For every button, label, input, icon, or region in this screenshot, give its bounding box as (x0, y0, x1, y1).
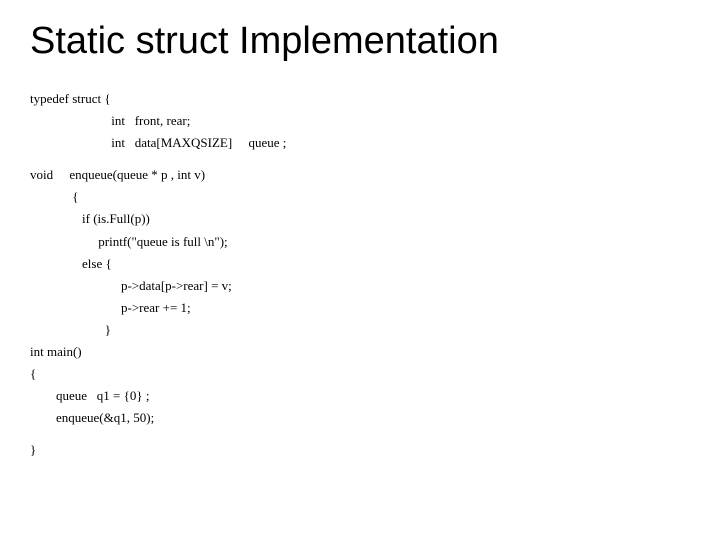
code-line: int main() (30, 341, 690, 363)
code-line: } (30, 319, 690, 341)
code-line: printf("queue is full \n"); (30, 231, 690, 253)
slide: Static struct Implementation typedef str… (0, 0, 720, 482)
code-line: enqueue(&q1, 50); (30, 407, 690, 429)
code-line: typedef struct { (30, 88, 690, 110)
code-line: else { (30, 253, 690, 275)
code-line: void enqueue(queue * p , int v) (30, 164, 690, 186)
code-spacer (30, 154, 690, 164)
code-line: p->rear += 1; (30, 297, 690, 319)
code-line: if (is.Full(p)) (30, 208, 690, 230)
code-spacer (30, 429, 690, 439)
code-line: } (30, 439, 690, 461)
code-line: p->data[p->rear] = v; (30, 275, 690, 297)
code-line: int front, rear; (30, 110, 690, 132)
code-line: int data[MAXQSIZE] queue ; (30, 132, 690, 154)
code-line: { (30, 186, 690, 208)
slide-title: Static struct Implementation (30, 20, 690, 63)
code-line: queue q1 = {0} ; (30, 385, 690, 407)
code-line: { (30, 363, 690, 385)
code-block: typedef struct { int front, rear; int da… (30, 88, 690, 462)
